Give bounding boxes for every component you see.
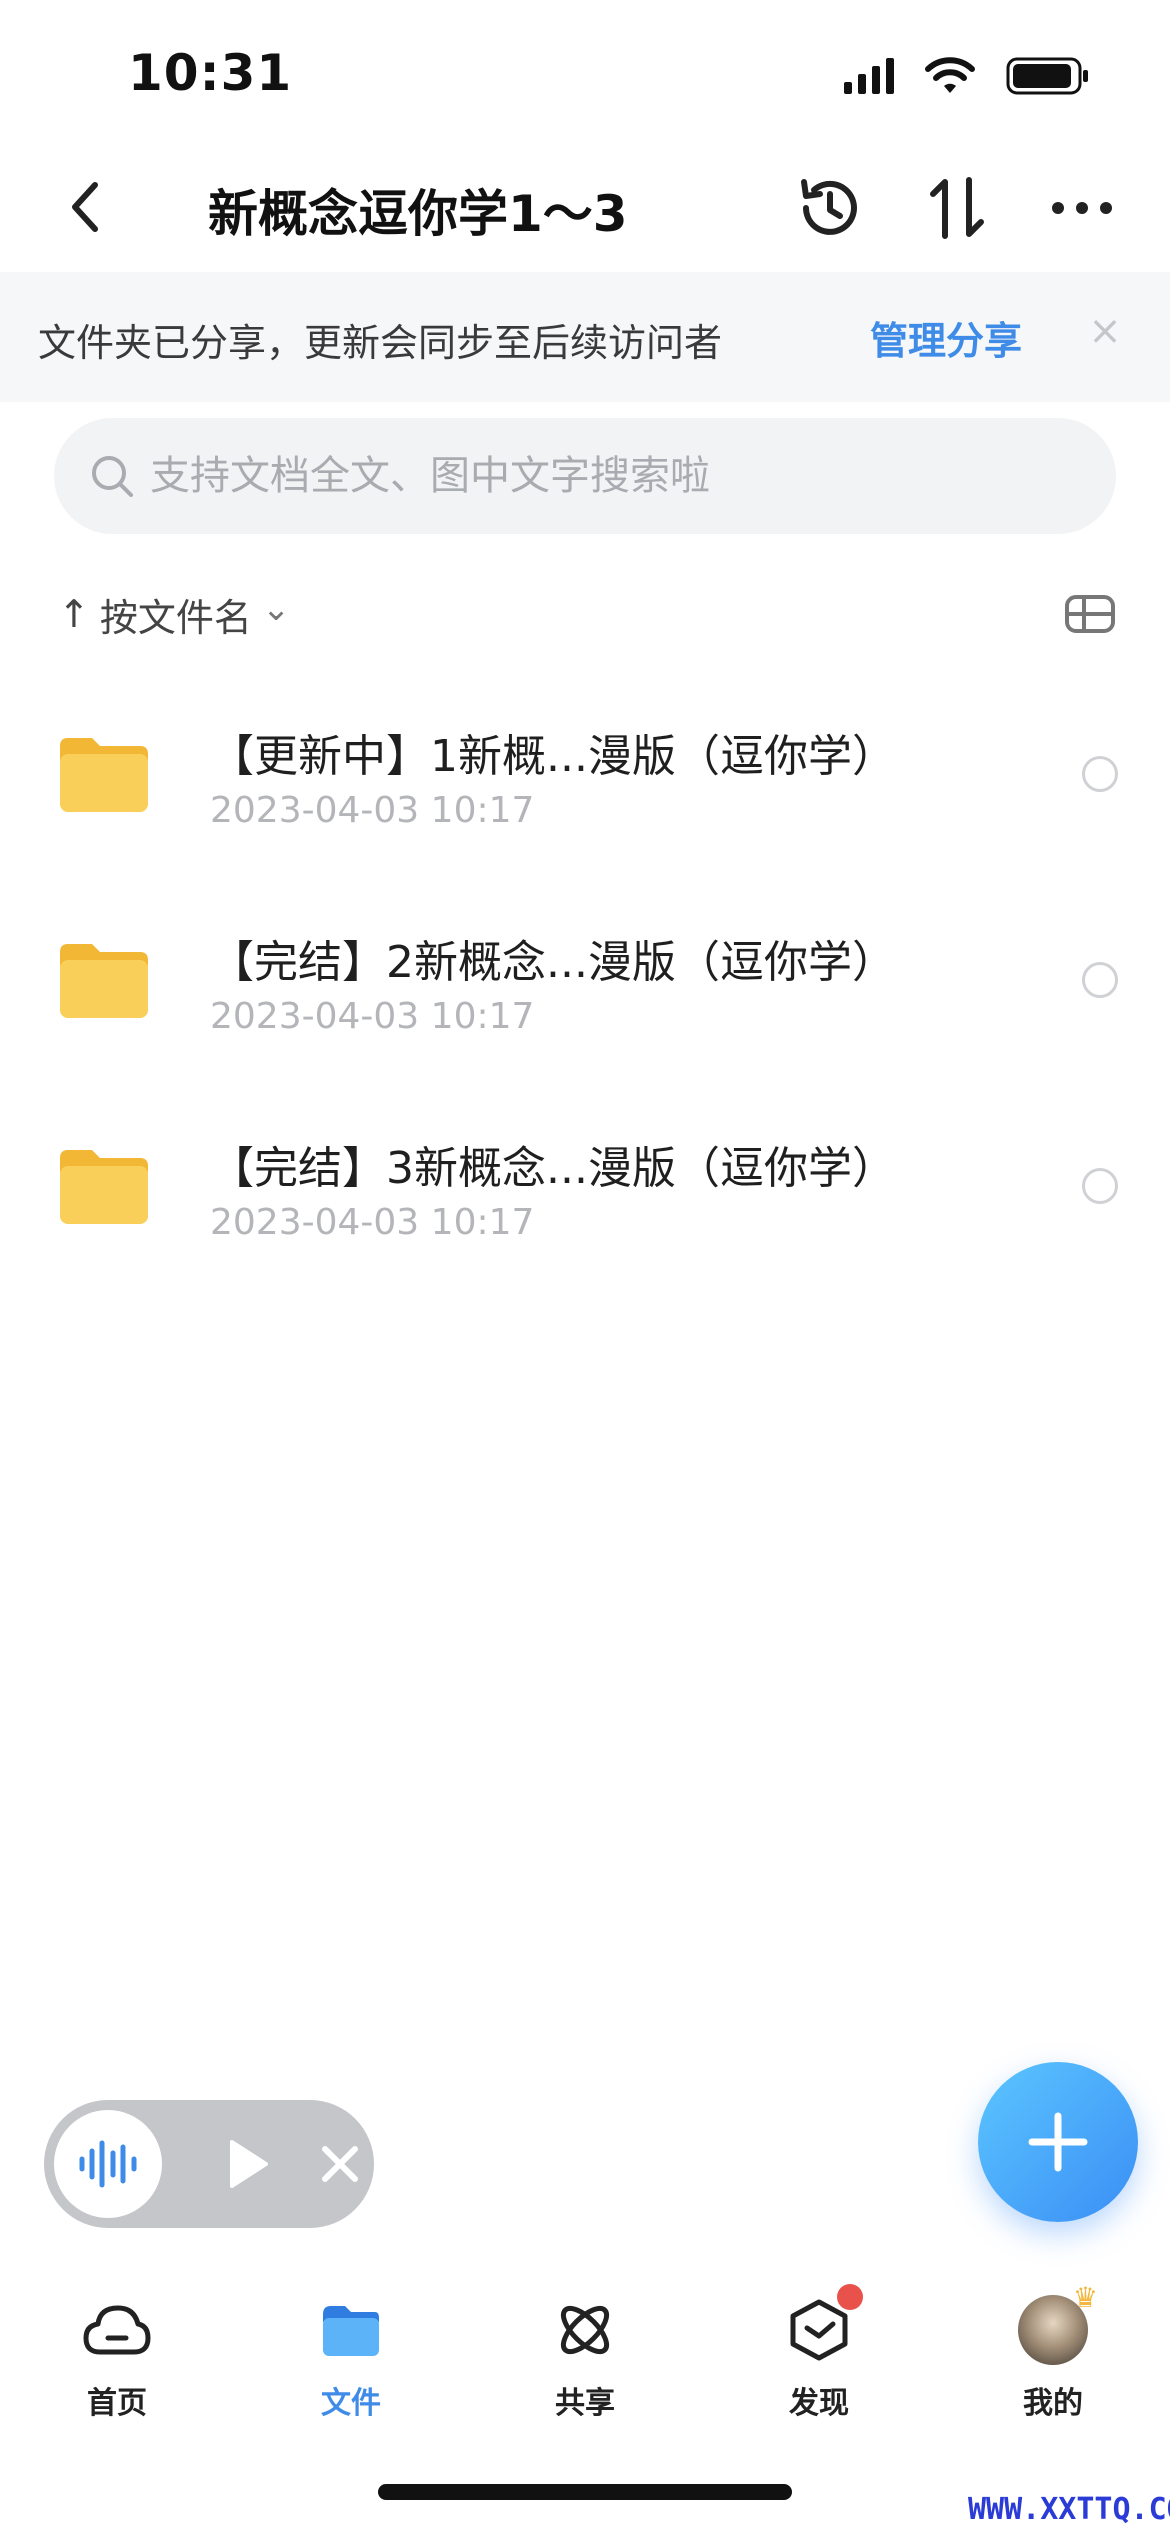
- page-title: 新概念逗你学1～3: [208, 185, 628, 243]
- search-input[interactable]: [150, 440, 1090, 512]
- atom-icon: [549, 2294, 621, 2366]
- chevron-left-icon: [72, 182, 98, 232]
- folder-icon: [60, 944, 148, 1018]
- plus-icon: [1028, 2112, 1088, 2172]
- cellular-signal-icon: [844, 58, 894, 94]
- history-button[interactable]: [790, 168, 870, 248]
- status-time: 10:31: [128, 44, 293, 102]
- back-button[interactable]: [50, 172, 120, 242]
- folder-icon: [60, 1150, 148, 1224]
- audio-mini-player: [44, 2100, 374, 2228]
- tab-label: 我的: [1023, 2386, 1083, 2421]
- file-date: 2023-04-03 10:17: [210, 996, 535, 1037]
- file-date: 2023-04-03 10:17: [210, 1202, 535, 1243]
- notification-badge: [837, 2284, 863, 2310]
- cloud-icon: [81, 2294, 153, 2366]
- tab-label: 文件: [321, 2386, 381, 2421]
- sort-order-button[interactable]: [918, 168, 998, 248]
- file-name: 【完结】2新概念...漫版（逗你学）: [210, 937, 896, 988]
- sort-direction-icon: ↑: [58, 592, 90, 636]
- list-item[interactable]: 【完结】3新概念...漫版（逗你学） 2023-04-03 10:17: [0, 1092, 1170, 1298]
- close-banner-button[interactable]: ×: [1080, 306, 1130, 356]
- status-bar: 10:31: [0, 0, 1170, 150]
- search-icon: [92, 456, 133, 497]
- tab-discover[interactable]: 发现: [702, 2270, 936, 2450]
- audio-play-button[interactable]: [214, 2130, 282, 2198]
- tab-label: 共享: [555, 2386, 615, 2421]
- tab-home[interactable]: 首页: [0, 2270, 234, 2450]
- battery-icon: [1006, 57, 1088, 95]
- more-button[interactable]: [1042, 168, 1122, 248]
- audio-close-button[interactable]: [306, 2130, 374, 2198]
- list-item[interactable]: 【完结】2新概念...漫版（逗你学） 2023-04-03 10:17: [0, 886, 1170, 1092]
- tab-profile[interactable]: ♛ 我的: [936, 2270, 1170, 2450]
- home-indicator: [378, 2484, 792, 2500]
- tab-label: 发现: [789, 2386, 849, 2421]
- add-button[interactable]: [978, 2062, 1138, 2222]
- search-bar[interactable]: [54, 418, 1116, 534]
- sort-label: 按文件名: [99, 595, 252, 640]
- sort-icon: [930, 177, 984, 239]
- bottom-tab-bar: 首页 文件 共享 发现 ♛ 我的: [0, 2270, 1170, 2450]
- tab-files[interactable]: 文件: [234, 2270, 468, 2450]
- file-name: 【更新中】1新概...漫版（逗你学）: [210, 731, 896, 782]
- crown-icon: ♛: [1072, 2281, 1098, 2314]
- soundwave-icon: [79, 2140, 137, 2188]
- tab-share[interactable]: 共享: [468, 2270, 702, 2450]
- folder-icon: [60, 738, 148, 812]
- avatar: ♛: [1018, 2281, 1098, 2365]
- list-item[interactable]: 【更新中】1新概...漫版（逗你学） 2023-04-03 10:17: [0, 680, 1170, 886]
- history-icon: [801, 179, 857, 235]
- chevron-down-icon: ⌄: [261, 589, 291, 629]
- watermark: WWW.XXTTQ.COM: [968, 2492, 1170, 2527]
- audio-player-button[interactable]: [54, 2110, 162, 2218]
- more-icon: [1052, 202, 1112, 214]
- avatar-container: ♛: [1017, 2281, 1098, 2366]
- play-icon: [230, 2140, 268, 2188]
- file-date: 2023-04-03 10:17: [210, 790, 535, 831]
- file-list: 【更新中】1新概...漫版（逗你学） 2023-04-03 10:17 【完结】…: [0, 680, 1170, 1298]
- close-icon: [322, 2146, 358, 2182]
- status-icons: [844, 56, 1090, 96]
- share-banner-text: 文件夹已分享，更新会同步至后续访问者: [38, 321, 723, 365]
- select-radio[interactable]: [1082, 962, 1118, 998]
- box-icon: [783, 2284, 863, 2366]
- file-browser-screen: 10:31 新概念逗你学1～3 文件夹已分享，更新会同步至后续访问者 管理分享 …: [0, 0, 1170, 2532]
- tab-label: 首页: [87, 2386, 147, 2421]
- manage-share-link[interactable]: 管理分享: [870, 310, 1022, 365]
- nav-bar: 新概念逗你学1～3: [0, 150, 1170, 270]
- folder-icon: [315, 2294, 387, 2366]
- file-name: 【完结】3新概念...漫版（逗你学）: [210, 1143, 896, 1194]
- wifi-icon: [925, 57, 975, 93]
- select-radio[interactable]: [1082, 1168, 1118, 1204]
- view-mode-toggle-icon[interactable]: [1064, 592, 1116, 636]
- share-banner: 文件夹已分享，更新会同步至后续访问者 管理分享 ×: [0, 272, 1170, 402]
- select-radio[interactable]: [1082, 756, 1118, 792]
- sort-selector[interactable]: ↑ 按文件名 ⌄: [58, 584, 290, 644]
